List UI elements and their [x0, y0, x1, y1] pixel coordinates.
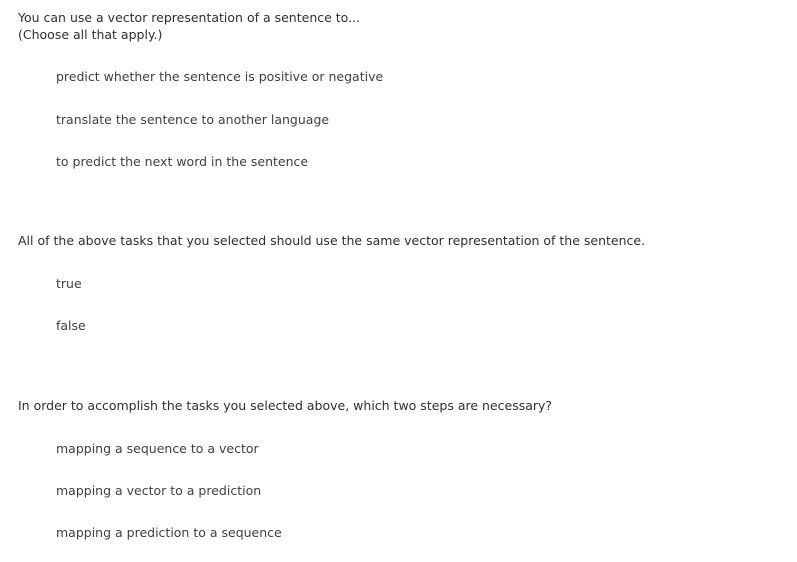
question-3-prompt: In order to accomplish the tasks you sel… [18, 398, 553, 413]
question-1-option-translate[interactable]: translate the sentence to another langua… [56, 111, 329, 129]
question-1-option-next-word[interactable]: to predict the next word in the sentence [56, 153, 308, 171]
question-3-option-vector-to-prediction[interactable]: mapping a vector to a prediction [56, 482, 261, 500]
question-2-option-false[interactable]: false [56, 317, 86, 335]
question-1-option-sentiment[interactable]: predict whether the sentence is positive… [56, 68, 383, 86]
question-1-prompt: You can use a vector representation of a… [18, 10, 361, 42]
question-2-prompt: All of the above tasks that you selected… [18, 233, 646, 248]
question-3-option-prediction-to-sequence[interactable]: mapping a prediction to a sequence [56, 524, 282, 542]
question-3-option-sequence-to-vector[interactable]: mapping a sequence to a vector [56, 440, 259, 458]
question-2-option-true[interactable]: true [56, 275, 82, 293]
